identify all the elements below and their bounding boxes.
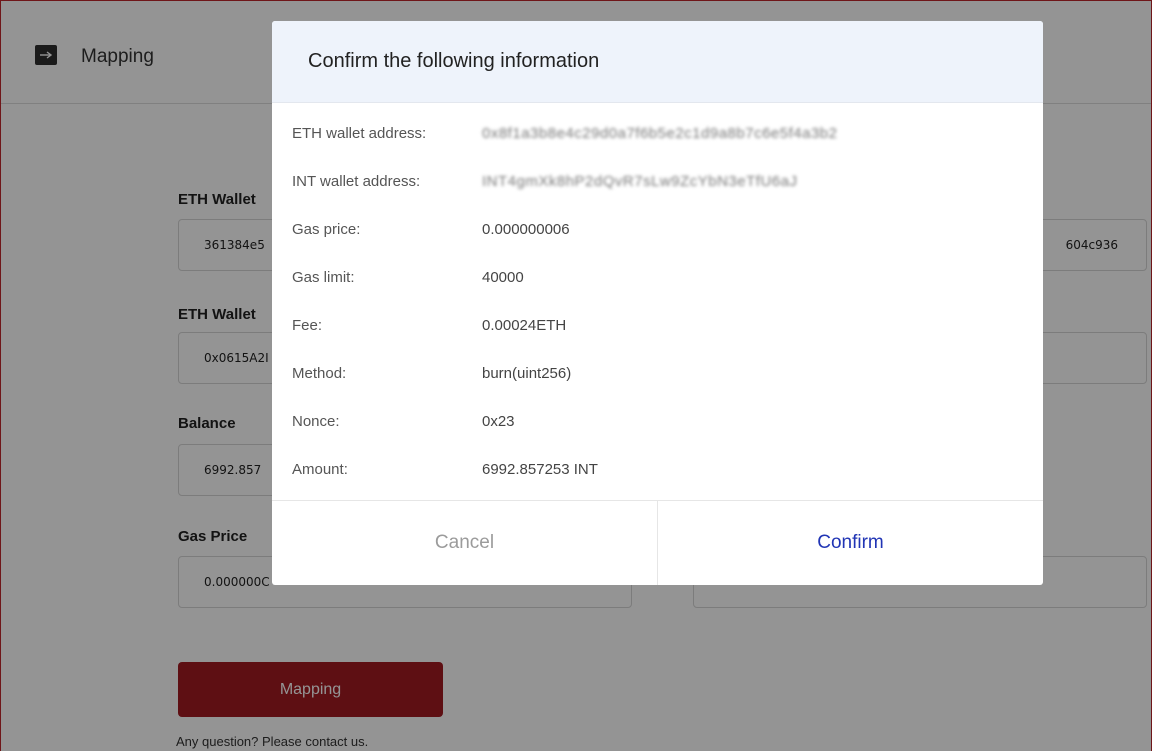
dialog-footer: Cancel Confirm (272, 500, 1043, 585)
info-row-nonce: Nonce: 0x23 (272, 413, 1043, 461)
info-row-gas-price: Gas price: 0.000000006 (272, 221, 1043, 269)
confirm-button[interactable]: Confirm (658, 501, 1043, 585)
dialog-title: Confirm the following information (308, 50, 600, 72)
info-row-eth-address: ETH wallet address: 0x8f1a3b8e4c29d0a7f6… (272, 125, 1043, 173)
info-value: 0.000000006 (482, 221, 570, 238)
info-label: Gas limit: (292, 269, 355, 286)
info-label: ETH wallet address: (292, 125, 427, 142)
info-label: Gas price: (292, 221, 361, 238)
confirm-dialog: Confirm the following information ETH wa… (272, 21, 1043, 585)
info-label: INT wallet address: (292, 173, 421, 190)
info-value: burn(uint256) (482, 365, 572, 382)
info-label: Amount: (292, 461, 348, 478)
cancel-button[interactable]: Cancel (272, 501, 658, 585)
info-row-int-address: INT wallet address: INT4gmXk8hP2dQvR7sLw… (272, 173, 1043, 221)
info-value: 6992.857253 INT (482, 461, 598, 478)
info-value: 40000 (482, 269, 524, 286)
info-value: 0x23 (482, 413, 515, 430)
dialog-header: Confirm the following information (272, 21, 1043, 103)
info-label: Nonce: (292, 413, 340, 430)
info-row-fee: Fee: 0.00024ETH (272, 317, 1043, 365)
info-label: Method: (292, 365, 347, 382)
info-row-method: Method: burn(uint256) (272, 365, 1043, 413)
info-list: ETH wallet address: 0x8f1a3b8e4c29d0a7f6… (272, 125, 1043, 509)
info-value: INT4gmXk8hP2dQvR7sLw9ZcYbN3eTfU6aJ (482, 173, 798, 190)
info-value: 0.00024ETH (482, 317, 567, 334)
info-label: Fee: (292, 317, 323, 334)
info-value: 0x8f1a3b8e4c29d0a7f6b5e2c1d9a8b7c6e5f4a3… (482, 125, 838, 142)
info-row-gas-limit: Gas limit: 40000 (272, 269, 1043, 317)
